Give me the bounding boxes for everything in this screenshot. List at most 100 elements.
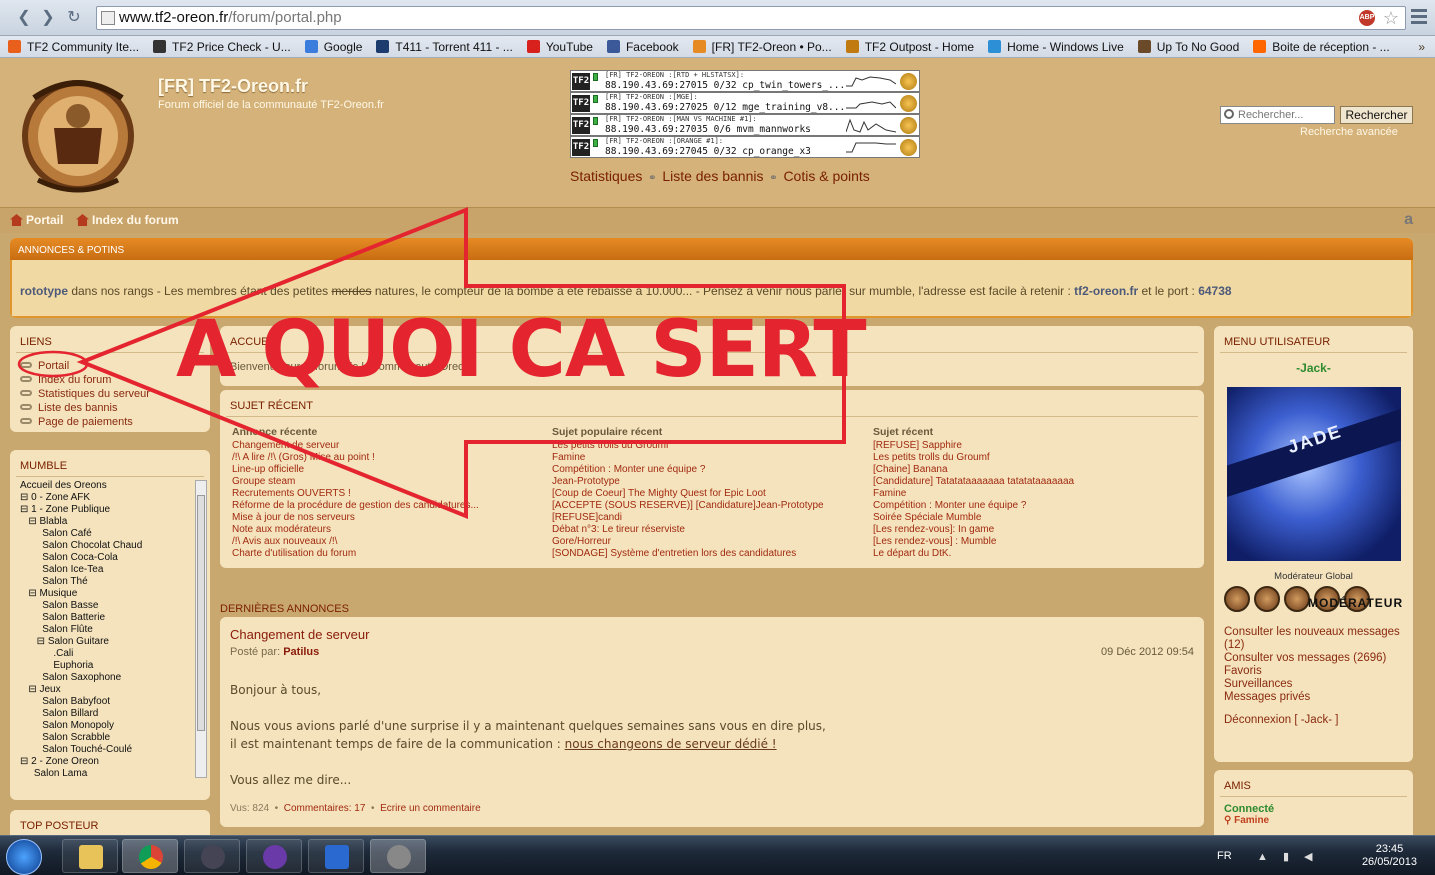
stats-link[interactable]: Statistiques [570, 168, 642, 184]
breadcrumb-portal[interactable]: Portail [10, 213, 63, 227]
start-button-icon[interactable] [6, 839, 42, 875]
topic-link[interactable]: /!\ Avis aux nouveaux /!\ [232, 536, 542, 548]
mumble-channel[interactable]: Salon Babyfoot [20, 696, 185, 708]
bookmark-item[interactable]: Home - Windows Live [980, 36, 1130, 57]
mumble-channel[interactable]: Accueil des Oreons [20, 480, 185, 492]
mumble-channel[interactable]: Euphoria [20, 660, 185, 672]
left-link-item[interactable]: Liste des bannis [20, 401, 210, 415]
security-taskbar-icon[interactable] [308, 839, 364, 873]
user-menu-link[interactable]: Surveillances [1224, 678, 1413, 691]
topic-link[interactable]: Recrutements OUVERTS ! [232, 488, 542, 500]
post-author-link[interactable]: Patilus [283, 646, 319, 658]
topic-link[interactable]: Réforme de la procédure de gestion des c… [232, 500, 542, 512]
topic-link[interactable]: Groupe steam [232, 476, 542, 488]
reload-icon[interactable]: ↻ [64, 8, 84, 28]
torrent-taskbar-icon[interactable] [246, 839, 302, 873]
bookmark-item[interactable]: TF2 Price Check - U... [145, 36, 297, 57]
search-button[interactable]: Rechercher [1340, 106, 1413, 124]
scrollbar-thumb[interactable] [197, 495, 205, 731]
cotis-points-link[interactable]: Cotis & points [783, 168, 869, 184]
mumble-channel[interactable]: Salon Lama [20, 768, 185, 780]
ticker-link[interactable]: rototype [20, 284, 68, 298]
mumble-channel[interactable]: Salon Ice-Tea [20, 564, 185, 576]
topic-link[interactable]: [Coup de Coeur] The Mighty Quest for Epi… [552, 488, 862, 500]
language-indicator[interactable]: FR [1217, 850, 1232, 862]
advanced-search-link[interactable]: Recherche avancée [1300, 126, 1398, 138]
mumble-channel[interactable]: Salon Chocolat Chaud [20, 540, 185, 552]
left-link-item[interactable]: Page de paiements [20, 415, 210, 429]
user-menu-link[interactable]: Consulter les nouveaux messages (12) [1224, 626, 1413, 652]
mumble-channel[interactable]: Salon Billard [20, 708, 185, 720]
bookmark-item[interactable]: Boite de réception - ... [1245, 36, 1395, 57]
topic-link[interactable]: Les petits trolls du Groumf [873, 452, 1183, 464]
topic-link[interactable]: [ACCEPTÉ (SOUS RESERVE)] [Candidature]Je… [552, 500, 862, 512]
tray-icons[interactable]: ▲ ▮ ◀ [1257, 850, 1319, 863]
topic-link[interactable]: Débat n°3: Le tireur réserviste [552, 524, 862, 536]
mumble-channel[interactable]: Salon Café [20, 528, 185, 540]
mumble-channel[interactable]: Salon Flûte [20, 624, 185, 636]
bookmark-item[interactable]: Google [297, 36, 369, 57]
topic-link[interactable]: Line-up officielle [232, 464, 542, 476]
mumble-channel[interactable]: Salon Batterie [20, 612, 185, 624]
explorer-taskbar-icon[interactable] [62, 839, 118, 873]
server-banner[interactable]: TF2 [FR] TF2-OREON :[MGE]: 88.190.43.69:27… [570, 92, 920, 114]
steam-taskbar-icon[interactable] [184, 839, 240, 873]
topic-link[interactable]: [Candidature] Tatatataaaaaaa tatatataaaa… [873, 476, 1183, 488]
topic-link[interactable]: [REFUSÉ] Sapphire [873, 440, 1183, 452]
topic-link[interactable]: Jean-Prototype [552, 476, 862, 488]
topic-link[interactable]: Famine [552, 452, 862, 464]
mumble-channel[interactable]: ⊟ 0 - Zone AFK [20, 492, 185, 504]
mumble-channel[interactable]: ⊟ 1 - Zone Publique [20, 504, 185, 516]
oreon-team-logo[interactable] [14, 68, 142, 198]
back-icon[interactable]: ❮ [14, 8, 34, 28]
bookmark-item[interactable]: YouTube [519, 36, 599, 57]
forward-icon[interactable]: ❯ [38, 8, 58, 28]
bookmark-item[interactable]: T411 - Torrent 411 - ... [368, 36, 518, 57]
server-banner[interactable]: TF2 [FR] TF2-OREON :[ORANGE #1]: 88.190.43… [570, 136, 920, 158]
mumble-channel[interactable]: Salon Touché-Coulé [20, 744, 185, 756]
address-bar[interactable]: www.tf2-oreon.fr/forum/portal.php ABP ☆ [96, 6, 1406, 30]
mumble-channel[interactable]: Salon Monopoly [20, 720, 185, 732]
write-comment-link[interactable]: Ecrire un commentaire [380, 803, 481, 814]
bookmarks-overflow-icon[interactable]: » [1418, 36, 1425, 57]
mumble-channel-tree[interactable]: Accueil des Oreons ⊟ 0 - Zone AFK ⊟ 1 - Zo… [20, 480, 185, 782]
topic-link[interactable]: [SONDAGE] Système d'entretien lors des c… [552, 548, 862, 560]
topic-link[interactable]: /!\ A lire /!\ (Gros) Mise au point ! [232, 452, 542, 464]
user-menu-link[interactable]: Messages privés [1224, 691, 1413, 704]
mumble-channel[interactable]: Salon Scrabble [20, 732, 185, 744]
server-banner[interactable]: TF2 [FR] TF2-OREON :[MAN VS MACHINE #1]: 8… [570, 114, 920, 136]
refresh-icon[interactable] [900, 73, 917, 90]
mumble-channel[interactable]: ⊟ Salon Guitare [20, 636, 185, 648]
topic-link[interactable]: Note aux modérateurs [232, 524, 542, 536]
bookmark-item[interactable]: Facebook [599, 36, 685, 57]
menu-icon[interactable] [1411, 9, 1427, 25]
user-menu-link[interactable]: Consulter vos messages (2696) [1224, 652, 1413, 665]
mumble-channel[interactable]: ⊟ Jeux [20, 684, 185, 696]
bookmark-item[interactable]: TF2 Community Ite... [0, 36, 145, 57]
mumble-channel[interactable]: ⊟ Musique [20, 588, 185, 600]
topic-link[interactable]: [Chaine] Banana [873, 464, 1183, 476]
topic-link[interactable]: [Les rendez-vous] : Mumble [873, 536, 1183, 548]
breadcrumb-index[interactable]: Index du forum [76, 213, 179, 227]
server-banner[interactable]: TF2 [FR] TF2-OREON :[RTD + HLSTATSX]: 88.1… [570, 70, 920, 92]
mumble-channel[interactable]: ⊟ Blabla [20, 516, 185, 528]
user-menu-link[interactable]: Favoris [1224, 665, 1413, 678]
font-size-icon[interactable]: a [1404, 211, 1413, 229]
post-title[interactable]: Changement de serveur [230, 627, 369, 642]
post-link[interactable]: nous changeons de serveur dédié ! [565, 737, 777, 751]
topic-link[interactable]: [Les rendez-vous]: In game [873, 524, 1183, 536]
mumble-channel[interactable]: Salon Saxophone [20, 672, 185, 684]
chrome-taskbar-icon[interactable] [122, 839, 178, 873]
topic-link[interactable]: Les petits trolls du Groumf [552, 440, 862, 452]
topic-link[interactable]: Compétition : Monter une équipe ? [873, 500, 1183, 512]
adblock-icon[interactable]: ABP [1359, 10, 1375, 26]
topic-link[interactable]: Le départ du DtK. [873, 548, 1183, 560]
bookmark-item[interactable]: [FR] TF2-Oreon • Po... [685, 36, 838, 57]
bookmark-star-icon[interactable]: ☆ [1383, 7, 1399, 29]
logout-link[interactable]: Déconnexion [ -Jack- ] [1214, 714, 1413, 726]
search-input[interactable]: Rechercher... [1220, 106, 1335, 124]
mumble-channel[interactable]: .Cali [20, 648, 185, 660]
topic-link[interactable]: Mise à jour de nos serveurs [232, 512, 542, 524]
friend-link[interactable]: ⚲ Famine [1214, 815, 1413, 826]
topic-link[interactable]: Charte d'utilisation du forum [232, 548, 542, 560]
